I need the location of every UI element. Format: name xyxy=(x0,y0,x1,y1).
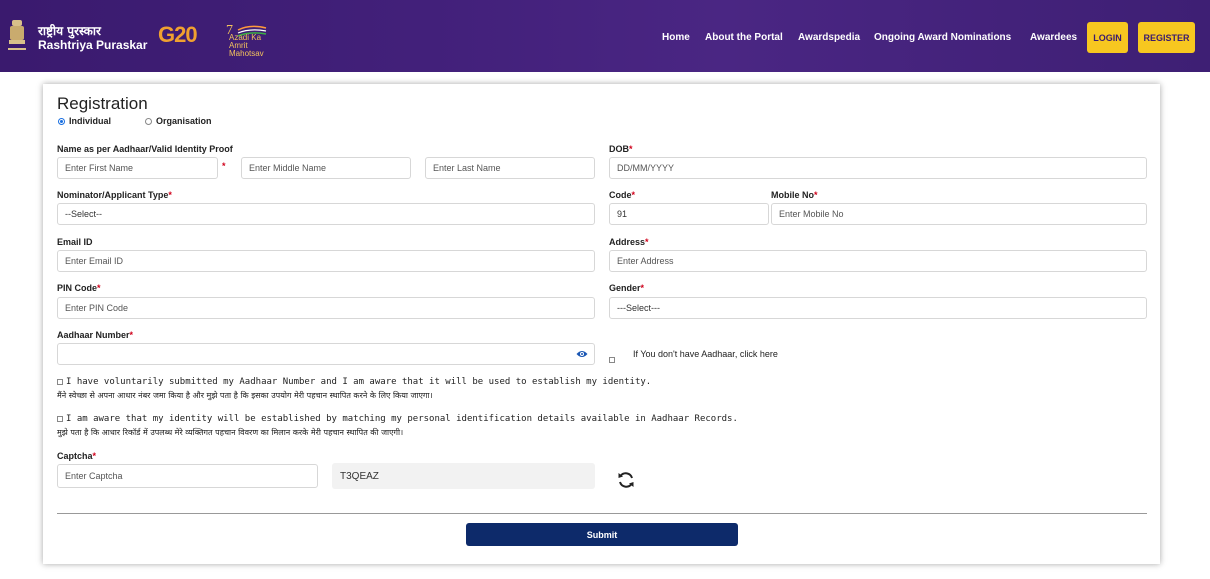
checkbox-icon[interactable] xyxy=(609,356,615,363)
nav-home[interactable]: Home xyxy=(662,32,690,43)
dob-label-text: DOB xyxy=(609,144,629,154)
required-mark: * xyxy=(97,283,101,293)
divider xyxy=(57,513,1147,514)
no-aadhaar-link[interactable]: If You don't have Aadhaar, click here xyxy=(633,349,778,359)
radio-organisation[interactable]: Organisation xyxy=(145,116,212,126)
address-label: Address* xyxy=(609,237,649,247)
consent-2-en: I am aware that my identity will be esta… xyxy=(66,414,738,424)
no-aadhaar-checkbox[interactable] xyxy=(609,351,618,369)
login-button[interactable]: LOGIN xyxy=(1087,22,1128,53)
mobile-input[interactable]: Enter Mobile No xyxy=(771,203,1147,225)
g20-logo: G20 xyxy=(158,22,198,47)
required-mark: * xyxy=(640,283,645,293)
register-button[interactable]: REGISTER xyxy=(1138,22,1195,53)
consent-1-checkbox[interactable] xyxy=(57,378,63,385)
radio-selected-icon[interactable] xyxy=(58,117,65,125)
nominator-label: Nominator/Applicant Type* xyxy=(57,190,172,200)
gender-label: Gender* xyxy=(609,283,644,293)
code-label-text: Code xyxy=(609,190,632,200)
aadhaar-label: Aadhaar Number* xyxy=(57,330,133,340)
nav-awardspedia[interactable]: Awardspedia xyxy=(798,32,860,43)
captcha-label: Captcha* xyxy=(57,451,96,461)
pin-label: PIN Code* xyxy=(57,283,101,293)
middle-name-input[interactable]: Enter Middle Name xyxy=(241,157,411,179)
required-mark: * xyxy=(92,451,97,461)
site-header: राष्ट्रीय पुरस्कार Rashtriya Puraskar G2… xyxy=(0,0,1210,72)
submit-button[interactable]: Submit xyxy=(466,523,738,546)
required-mark: * xyxy=(168,190,172,200)
required-mark: * xyxy=(222,161,226,171)
brand-english: Rashtriya Puraskar xyxy=(38,38,148,52)
dob-input[interactable]: DD/MM/YYYY xyxy=(609,157,1147,179)
national-emblem-icon xyxy=(8,20,26,50)
nav-awardees[interactable]: Awardees xyxy=(1030,32,1077,43)
nominator-label-text: Nominator/Applicant Type xyxy=(57,190,169,200)
radio-individual-label: Individual xyxy=(69,116,112,126)
aadhaar-input[interactable] xyxy=(57,343,595,365)
consent-2-checkbox[interactable] xyxy=(57,415,63,422)
captcha-code: T3QEAZ xyxy=(332,463,595,489)
consent-2: I am aware that my identity will be esta… xyxy=(57,413,738,439)
radio-individual[interactable]: Individual xyxy=(58,116,111,126)
refresh-icon[interactable] xyxy=(616,470,636,490)
consent-1: I have voluntarily submitted my Aadhaar … xyxy=(57,376,651,402)
radio-organisation-label: Organisation xyxy=(156,116,212,126)
first-name-input[interactable]: Enter First Name xyxy=(57,157,218,179)
consent-1-en: I have voluntarily submitted my Aadhaar … xyxy=(66,377,652,387)
email-label: Email ID xyxy=(57,237,93,247)
email-input[interactable]: Enter Email ID xyxy=(57,250,595,272)
required-mark: * xyxy=(645,237,649,247)
nav-ongoing-nominations[interactable]: Ongoing Award Nominations xyxy=(874,32,1011,43)
required-mark: * xyxy=(631,190,636,200)
mobile-label: Mobile No* xyxy=(771,190,818,200)
consent-2-hi: मुझे पता है कि आधार रिकॉर्ड में उपलब्ध म… xyxy=(57,428,404,437)
gender-select[interactable]: ---Select--- xyxy=(609,297,1147,319)
brand-hindi: राष्ट्रीय पुरस्कार xyxy=(38,24,101,38)
registration-card xyxy=(43,84,1160,564)
last-name-input[interactable]: Enter Last Name xyxy=(425,157,595,179)
name-label: Name as per Aadhaar/Valid Identity Proof xyxy=(57,144,233,154)
country-code-input[interactable]: 91 xyxy=(609,203,769,225)
code-label: Code* xyxy=(609,190,635,200)
captcha-label-text: Captcha xyxy=(57,451,93,461)
gender-label-text: Gender xyxy=(609,283,641,293)
nominator-type-select[interactable]: --Select-- xyxy=(57,203,595,225)
address-label-text: Address xyxy=(609,237,646,247)
required-mark: * xyxy=(629,144,633,154)
azadi-logo-text: Azadi Ka Amrit Mahotsav xyxy=(229,33,264,58)
captcha-input[interactable]: Enter Captcha xyxy=(57,464,318,488)
eye-icon[interactable] xyxy=(576,349,588,359)
pin-label-text: PIN Code xyxy=(57,283,98,293)
consent-1-hi: मैंने स्वेच्छा से अपना आधार नंबर जमा किय… xyxy=(57,391,433,400)
aadhaar-label-text: Aadhaar Number xyxy=(57,330,130,340)
mobile-label-text: Mobile No xyxy=(771,190,814,200)
required-mark: * xyxy=(129,330,134,340)
pin-code-input[interactable]: Enter PIN Code xyxy=(57,297,595,319)
dob-label: DOB* xyxy=(609,144,633,154)
address-input[interactable]: Enter Address xyxy=(609,250,1147,272)
nav-about-portal[interactable]: About the Portal xyxy=(705,32,783,43)
required-mark: * xyxy=(814,190,818,200)
radio-unselected-icon[interactable] xyxy=(145,117,152,125)
page-title: Registration xyxy=(57,94,148,113)
